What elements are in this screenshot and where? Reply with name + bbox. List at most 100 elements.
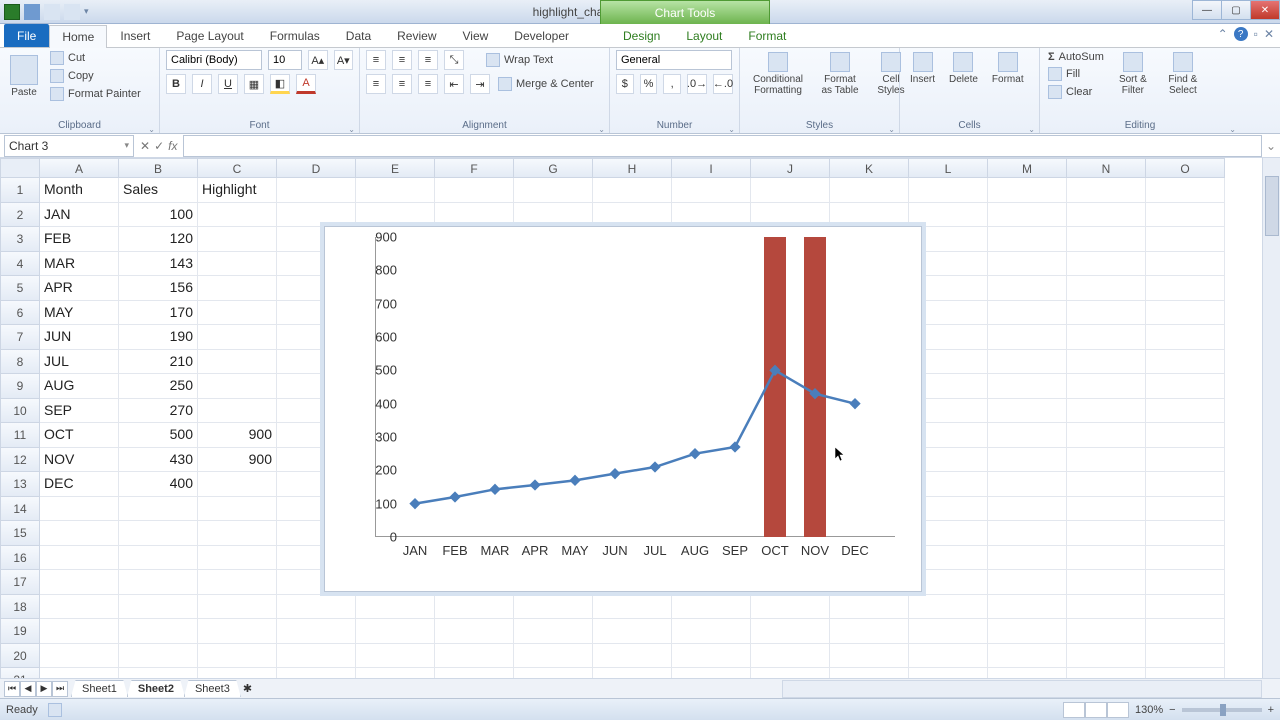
help-icon[interactable]: ? bbox=[1234, 27, 1248, 41]
cell[interactable] bbox=[1146, 644, 1225, 669]
cell[interactable] bbox=[1146, 301, 1225, 326]
cell[interactable]: 120 bbox=[119, 227, 198, 252]
col-header-H[interactable]: H bbox=[593, 158, 672, 178]
cell[interactable] bbox=[1067, 423, 1146, 448]
tab-file[interactable]: File bbox=[4, 24, 49, 47]
decrease-font-icon[interactable]: A▾ bbox=[334, 50, 354, 70]
cell[interactable] bbox=[672, 178, 751, 203]
row-header-13[interactable]: 13 bbox=[0, 472, 40, 497]
sort-filter-button[interactable]: Sort & Filter bbox=[1112, 50, 1154, 98]
cell[interactable] bbox=[40, 521, 119, 546]
undo-icon[interactable] bbox=[44, 4, 60, 20]
cell[interactable] bbox=[1146, 570, 1225, 595]
cell[interactable] bbox=[988, 619, 1067, 644]
cell[interactable] bbox=[751, 203, 830, 228]
cell[interactable] bbox=[119, 546, 198, 571]
cell[interactable] bbox=[672, 619, 751, 644]
cell[interactable] bbox=[751, 595, 830, 620]
italic-button[interactable]: I bbox=[192, 74, 212, 94]
cell[interactable]: 143 bbox=[119, 252, 198, 277]
cell[interactable] bbox=[988, 325, 1067, 350]
sheet-tab-sheet3[interactable]: Sheet3 bbox=[184, 680, 241, 697]
cell[interactable] bbox=[909, 619, 988, 644]
cell[interactable] bbox=[198, 374, 277, 399]
cell[interactable]: OCT bbox=[40, 423, 119, 448]
font-size-select[interactable] bbox=[268, 50, 302, 70]
decrease-decimal-icon[interactable]: ←.0 bbox=[713, 74, 733, 94]
cell[interactable] bbox=[1067, 521, 1146, 546]
col-header-L[interactable]: L bbox=[909, 158, 988, 178]
cell[interactable] bbox=[40, 595, 119, 620]
cell[interactable] bbox=[198, 595, 277, 620]
cell[interactable] bbox=[198, 203, 277, 228]
row-header-14[interactable]: 14 bbox=[0, 497, 40, 522]
row-header-19[interactable]: 19 bbox=[0, 619, 40, 644]
cell[interactable]: 210 bbox=[119, 350, 198, 375]
cell[interactable] bbox=[988, 252, 1067, 277]
paste-button[interactable]: Paste bbox=[6, 53, 42, 100]
row-header-3[interactable]: 3 bbox=[0, 227, 40, 252]
row-header-17[interactable]: 17 bbox=[0, 570, 40, 595]
comma-icon[interactable]: , bbox=[663, 74, 681, 94]
col-header-B[interactable]: B bbox=[119, 158, 198, 178]
cell[interactable] bbox=[1146, 227, 1225, 252]
cell[interactable] bbox=[830, 203, 909, 228]
cell[interactable]: APR bbox=[40, 276, 119, 301]
cell[interactable] bbox=[1067, 252, 1146, 277]
close-button[interactable]: ✕ bbox=[1250, 0, 1280, 20]
redo-icon[interactable] bbox=[64, 4, 80, 20]
name-box[interactable]: Chart 3▾ bbox=[4, 135, 134, 157]
find-select-button[interactable]: Find & Select bbox=[1160, 50, 1206, 98]
tab-chart-format[interactable]: Format bbox=[735, 24, 799, 47]
sheet-nav-next-icon[interactable]: ▶ bbox=[36, 681, 52, 697]
increase-decimal-icon[interactable]: .0→ bbox=[687, 74, 707, 94]
cell[interactable] bbox=[198, 301, 277, 326]
fx-icon[interactable]: fx bbox=[168, 139, 177, 153]
font-color-button[interactable]: A bbox=[296, 74, 316, 94]
cell[interactable] bbox=[1067, 546, 1146, 571]
align-bottom-icon[interactable]: ≡ bbox=[418, 50, 438, 70]
cell[interactable]: 430 bbox=[119, 448, 198, 473]
format-painter-button[interactable]: Format Painter bbox=[48, 86, 143, 102]
tab-home[interactable]: Home bbox=[49, 25, 107, 48]
formula-input[interactable] bbox=[183, 135, 1262, 157]
cell[interactable] bbox=[1067, 570, 1146, 595]
qat-dropdown-icon[interactable]: ▾ bbox=[84, 6, 89, 17]
orientation-icon[interactable]: ⤡ bbox=[444, 50, 464, 70]
tab-review[interactable]: Review bbox=[384, 24, 449, 47]
row-header-7[interactable]: 7 bbox=[0, 325, 40, 350]
cell[interactable]: 900 bbox=[198, 423, 277, 448]
normal-view-icon[interactable] bbox=[1063, 702, 1085, 718]
embedded-chart[interactable]: 0100200300400500600700800900JANFEBMARAPR… bbox=[324, 226, 922, 592]
font-name-select[interactable] bbox=[166, 50, 262, 70]
cell[interactable] bbox=[356, 595, 435, 620]
increase-font-icon[interactable]: A▴ bbox=[308, 50, 328, 70]
row-header-20[interactable]: 20 bbox=[0, 644, 40, 669]
cell[interactable] bbox=[593, 203, 672, 228]
cell[interactable] bbox=[593, 595, 672, 620]
page-break-view-icon[interactable] bbox=[1107, 702, 1129, 718]
insert-cells-button[interactable]: Insert bbox=[906, 50, 939, 87]
cell[interactable]: 170 bbox=[119, 301, 198, 326]
autosum-button[interactable]: ΣAutoSum bbox=[1046, 50, 1106, 64]
cell[interactable] bbox=[356, 619, 435, 644]
cell[interactable] bbox=[988, 301, 1067, 326]
cell[interactable] bbox=[1146, 350, 1225, 375]
cell[interactable] bbox=[435, 178, 514, 203]
cell[interactable] bbox=[830, 595, 909, 620]
cell[interactable] bbox=[1067, 301, 1146, 326]
copy-button[interactable]: Copy bbox=[48, 68, 143, 84]
chart-line-series[interactable] bbox=[375, 237, 895, 537]
row-header-12[interactable]: 12 bbox=[0, 448, 40, 473]
row-header-4[interactable]: 4 bbox=[0, 252, 40, 277]
col-header-N[interactable]: N bbox=[1067, 158, 1146, 178]
conditional-formatting-button[interactable]: Conditional Formatting bbox=[746, 50, 810, 98]
cell[interactable] bbox=[1146, 374, 1225, 399]
tab-chart-layout[interactable]: Layout bbox=[673, 24, 735, 47]
cell[interactable] bbox=[1067, 644, 1146, 669]
row-header-5[interactable]: 5 bbox=[0, 276, 40, 301]
cell[interactable] bbox=[40, 546, 119, 571]
select-all-corner[interactable] bbox=[0, 158, 40, 178]
delete-cells-button[interactable]: Delete bbox=[945, 50, 982, 87]
cell[interactable]: 500 bbox=[119, 423, 198, 448]
